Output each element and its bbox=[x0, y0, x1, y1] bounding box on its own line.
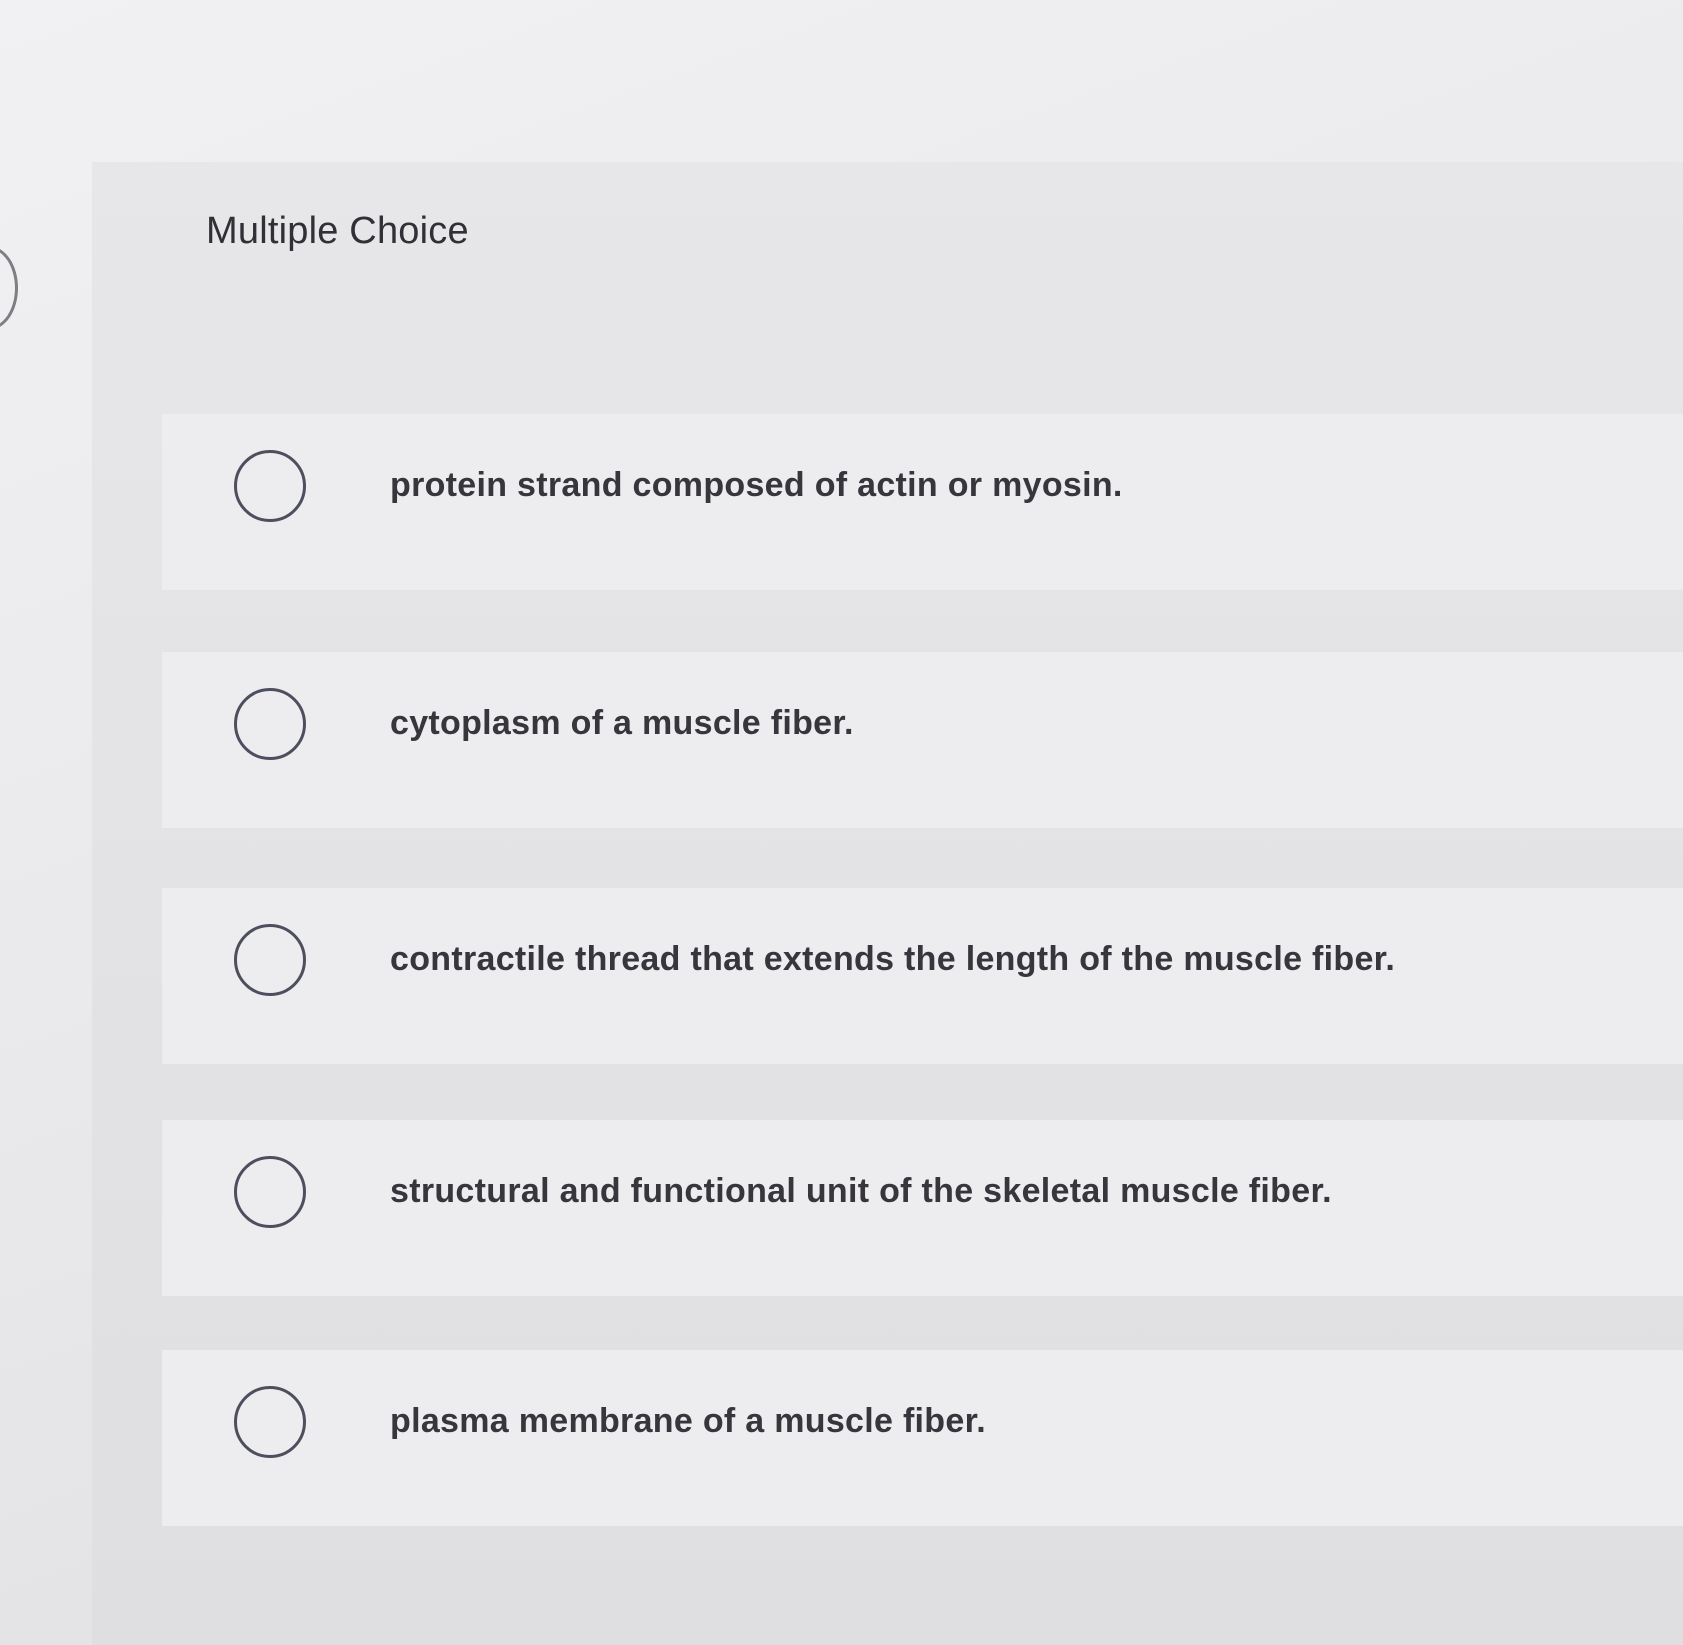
radio-button[interactable] bbox=[234, 1156, 306, 1228]
answer-option-label: structural and functional unit of the sk… bbox=[390, 1172, 1332, 1210]
answer-option[interactable]: cytoplasm of a muscle fiber. bbox=[162, 652, 1683, 828]
answer-option-label: cytoplasm of a muscle fiber. bbox=[390, 704, 854, 742]
answer-option[interactable]: structural and functional unit of the sk… bbox=[162, 1120, 1683, 1296]
radio-button[interactable] bbox=[234, 450, 306, 522]
answer-option[interactable]: contractile thread that extends the leng… bbox=[162, 888, 1683, 1064]
answer-option[interactable]: protein strand composed of actin or myos… bbox=[162, 414, 1683, 590]
answer-option[interactable]: plasma membrane of a muscle fiber. bbox=[162, 1350, 1683, 1526]
answer-option-label: contractile thread that extends the leng… bbox=[390, 940, 1396, 978]
answer-option-label: protein strand composed of actin or myos… bbox=[390, 466, 1123, 504]
radio-button[interactable] bbox=[234, 1386, 306, 1458]
radio-button[interactable] bbox=[234, 924, 306, 996]
radio-button[interactable] bbox=[234, 688, 306, 760]
answer-option-label: plasma membrane of a muscle fiber. bbox=[390, 1402, 986, 1440]
answer-choices: protein strand composed of actin or myos… bbox=[0, 0, 1683, 1645]
